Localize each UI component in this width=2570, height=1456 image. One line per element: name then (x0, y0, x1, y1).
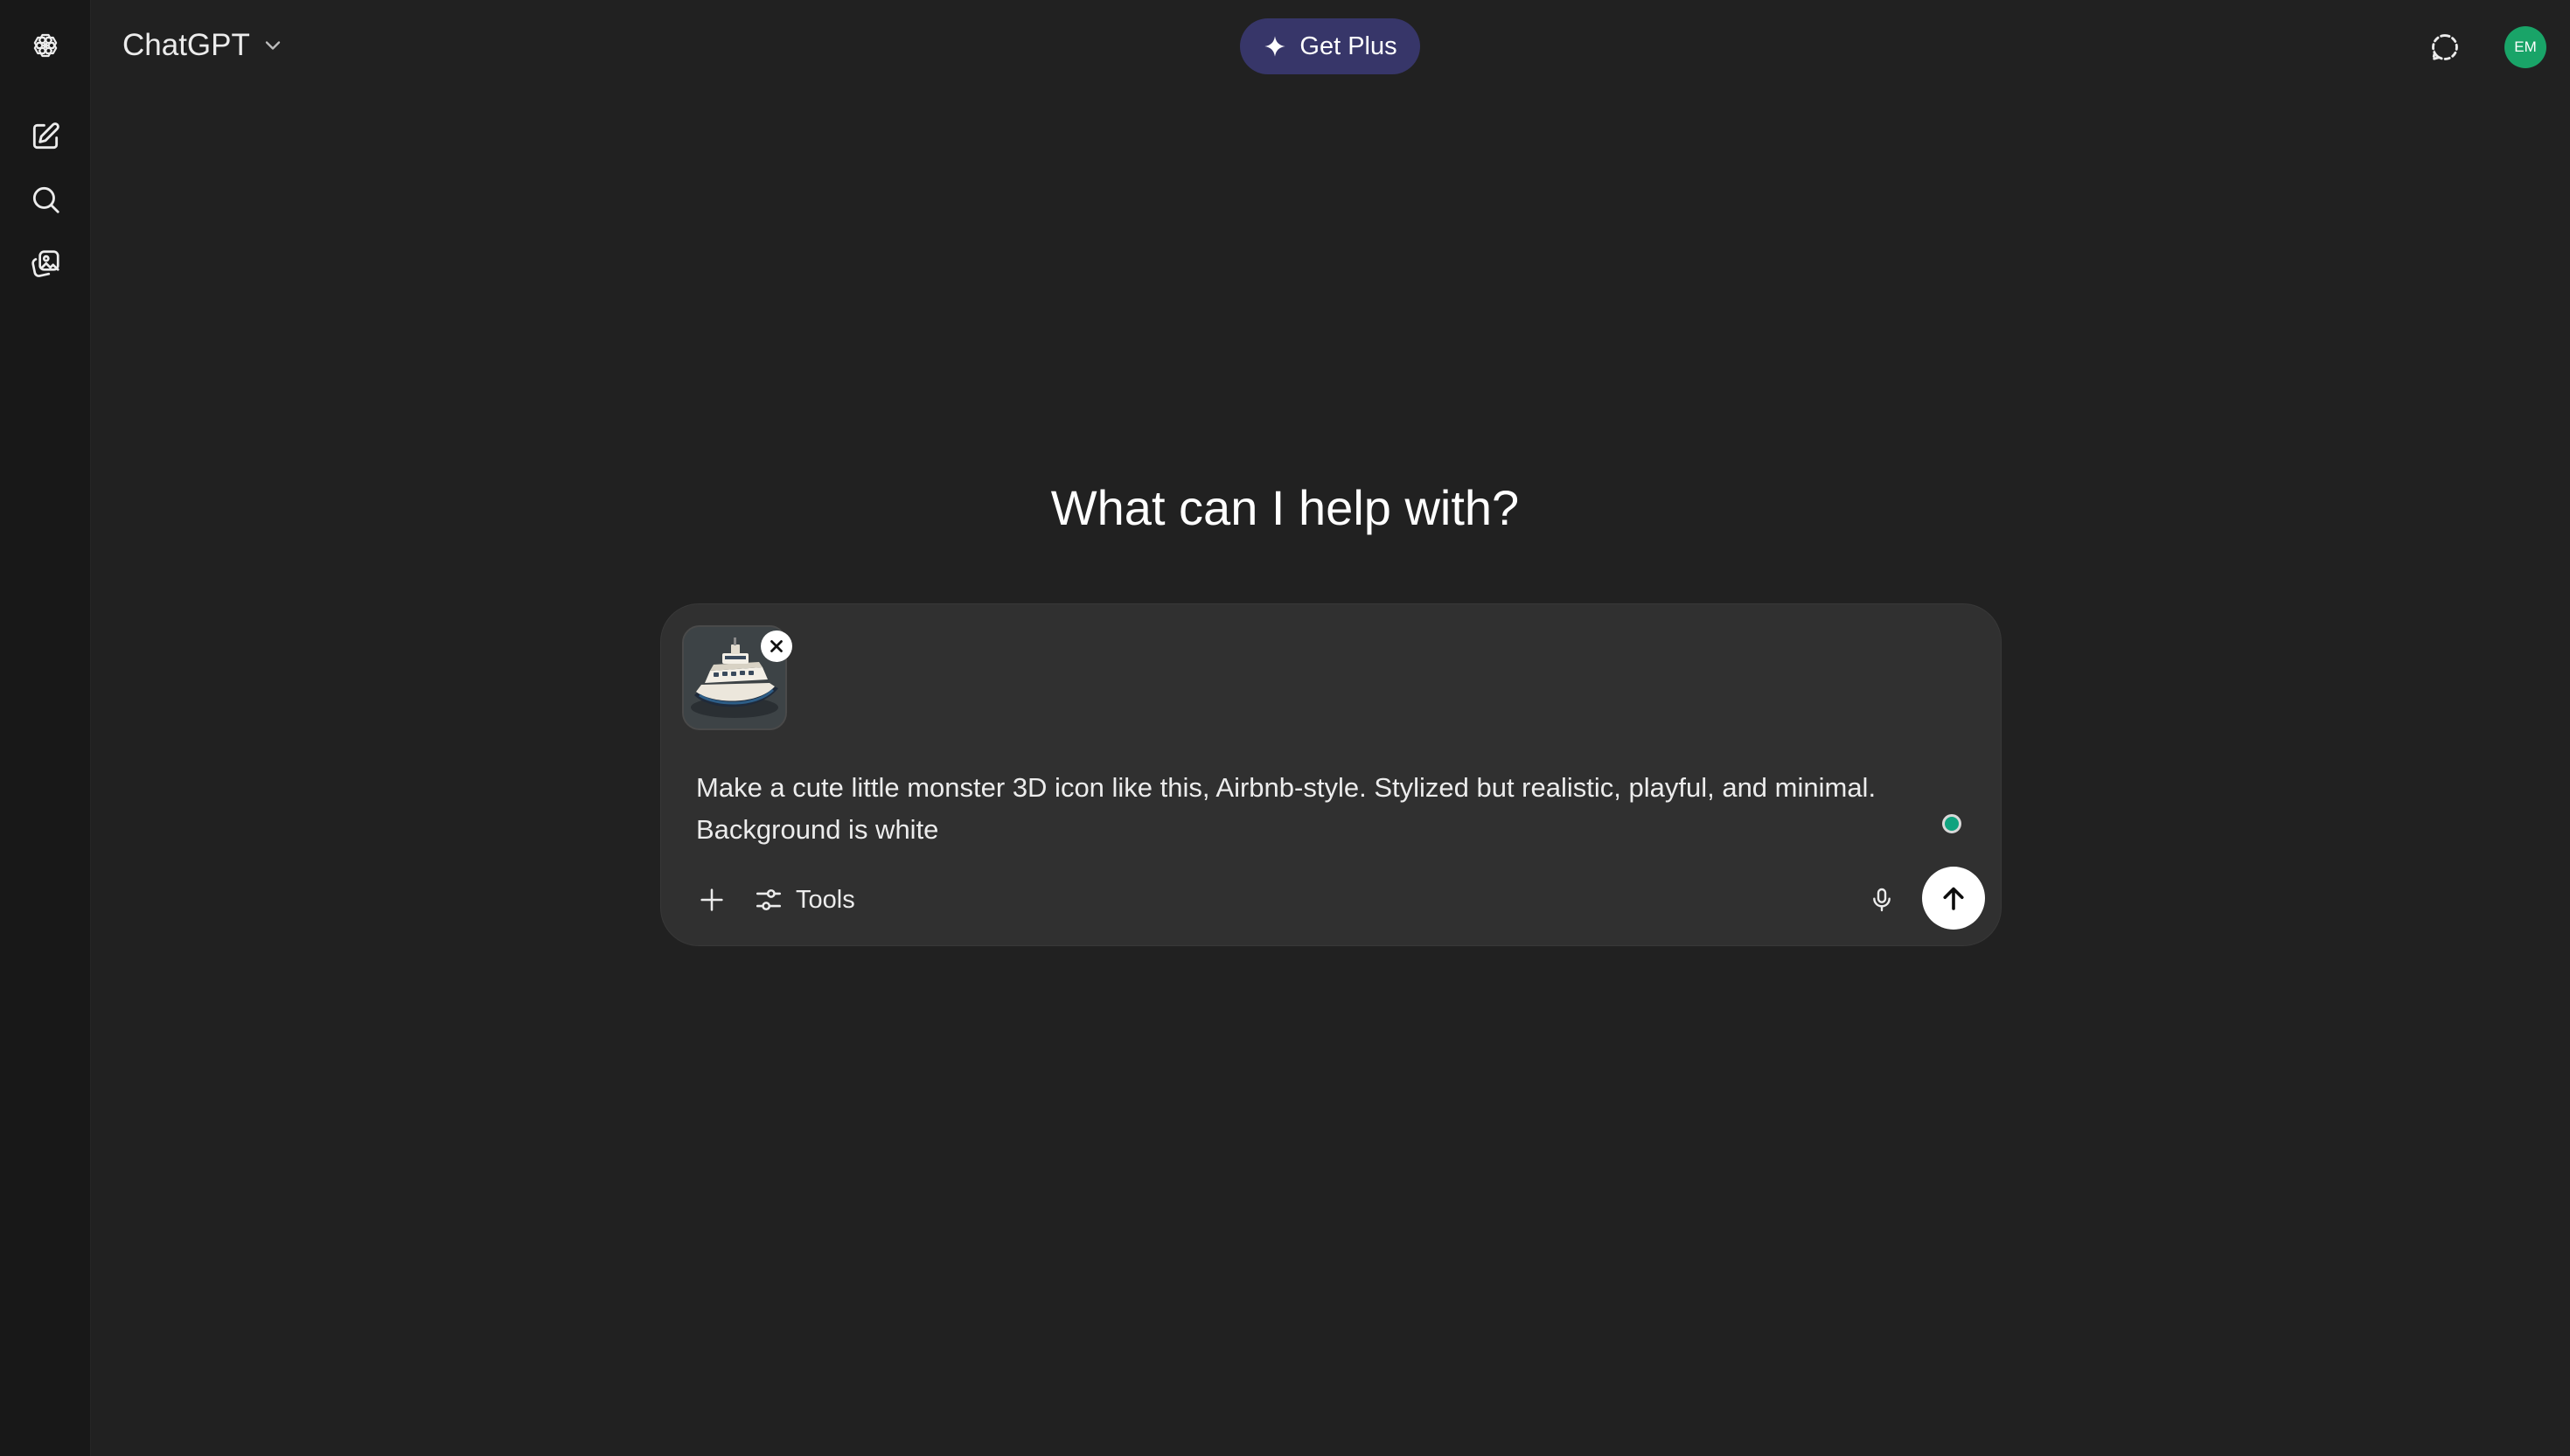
library-icon (31, 250, 59, 277)
page-title: What can I help with? (1050, 480, 1520, 535)
openai-logo-icon (33, 33, 58, 58)
model-selector-label: ChatGPT (122, 28, 250, 62)
temporary-chat-icon (2431, 34, 2458, 61)
library-button[interactable] (19, 238, 72, 290)
remove-attachment-button[interactable] (761, 630, 792, 662)
send-button[interactable] (1922, 867, 1985, 930)
add-attachment-button[interactable] (689, 877, 735, 923)
user-avatar[interactable]: EM (2504, 26, 2546, 68)
new-chat-icon (32, 122, 59, 150)
tools-button[interactable]: Tools (754, 875, 855, 924)
search-icon (32, 186, 59, 213)
prompt-composer: Make a cute little monster 3D icon like … (660, 603, 2002, 946)
close-icon (770, 640, 783, 652)
dictate-button[interactable] (1859, 877, 1905, 923)
avatar-initials: EM (2514, 38, 2537, 55)
tools-label: Tools (796, 885, 855, 914)
model-selector[interactable]: ChatGPT (122, 19, 285, 72)
prompt-input[interactable]: Make a cute little monster 3D icon like … (696, 767, 1973, 851)
arrow-up-icon (1943, 887, 1964, 910)
chevron-down-icon (265, 41, 281, 50)
new-chat-button[interactable] (19, 110, 72, 163)
microphone-icon (1873, 888, 1891, 912)
sliders-icon (756, 888, 782, 911)
sparkle-icon (1264, 36, 1286, 57)
search-chats-button[interactable] (19, 173, 72, 226)
get-plus-label: Get Plus (1299, 31, 1397, 60)
openai-logo-button[interactable] (19, 19, 72, 72)
plus-icon (700, 888, 723, 911)
temporary-chat-button[interactable] (2420, 23, 2469, 72)
sidebar-rail (0, 0, 91, 1456)
get-plus-button[interactable]: Get Plus (1240, 18, 1420, 74)
status-dot (1942, 814, 1961, 833)
